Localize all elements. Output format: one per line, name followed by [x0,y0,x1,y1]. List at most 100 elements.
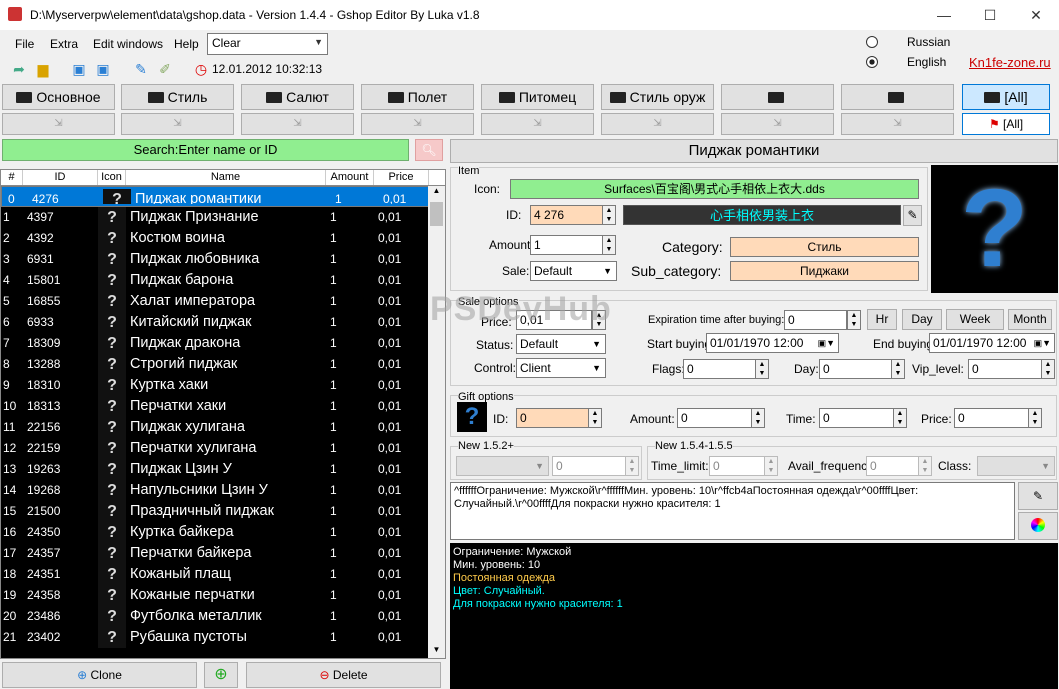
category-button-all[interactable]: [All] [962,84,1050,110]
gift-id-spinner[interactable]: ▲ ▼ [588,408,602,428]
hr-button[interactable]: Hr [867,309,897,330]
gift-price-spinner[interactable]: ▲ ▼ [1028,408,1042,428]
chinese-name-field[interactable]: 心手相依男装上衣 [623,205,901,225]
table-row[interactable]: 12 22159? Перчатки хулигана 1 0,01 [1,438,445,459]
class-select[interactable]: ▼ [977,456,1055,476]
table-row[interactable]: 11 22156? Пиджак хулигана 1 0,01 [1,417,445,438]
subcategory-field[interactable]: Пиджаки [730,261,919,281]
description-textarea[interactable]: ^ffffffОграничение: Мужской\r^ffffffМин.… [450,482,1015,540]
category-button-4[interactable]: Питомец [481,84,594,110]
avail-frequency-field[interactable]: 0 [866,456,919,476]
status-select[interactable]: Default ▼ [516,334,606,354]
category-button-0[interactable]: Основное [2,84,115,110]
new152-select[interactable]: ▼ [456,456,549,476]
gift-id-field[interactable]: 0 [516,408,589,428]
sale-select[interactable]: Default ▼ [530,261,617,281]
gift-amount-spinner[interactable]: ▲ ▼ [751,408,765,428]
table-row[interactable]: 9 18310? Куртка хаки 1 0,01 [1,375,445,396]
category-button-3[interactable]: Полет [361,84,474,110]
expiration-field[interactable]: 0 [784,310,847,330]
search-input[interactable]: Search:Enter name or ID [2,139,409,161]
save-icon[interactable]: ▣ [70,60,88,78]
menu-help[interactable]: Help [174,37,199,51]
subcategory-button-3[interactable]: ⇲ [361,113,474,135]
save-as-icon[interactable]: ▣ [94,60,112,78]
amount-spinner[interactable]: ▲ ▼ [602,235,616,255]
start-buying-field[interactable]: 01/01/1970 12:00 ▣▼ [706,333,839,353]
flags-field[interactable]: 0 [683,359,756,379]
table-row[interactable]: 5 16855? Халат императора 1 0,01 [1,291,445,312]
vip-level-field[interactable]: 0 [968,359,1042,379]
category-button-2[interactable]: Салют [241,84,354,110]
pencil-icon[interactable]: ✎ [903,205,922,226]
day-spinner[interactable]: ▲ ▼ [891,359,905,379]
month-button[interactable]: Month [1008,309,1052,330]
table-row[interactable]: 19 24358? Кожаные перчатки 1 0,01 [1,585,445,606]
expiration-spinner[interactable]: ▲ ▼ [847,310,861,330]
avail-frequency-spinner[interactable]: ▲ ▼ [918,456,932,476]
flags-spinner[interactable]: ▲ ▼ [755,359,769,379]
subcategory-button-0[interactable]: ⇲ [2,113,115,135]
menu-file[interactable]: File [15,37,34,51]
russian-radio[interactable] [866,36,878,48]
new152-field[interactable]: 0 [552,456,626,476]
table-row[interactable]: 16 24350? Куртка байкера 1 0,01 [1,522,445,543]
category-button-5[interactable]: Стиль оруж [601,84,714,110]
table-row[interactable]: 0 4276? Пиджак романтики 1 0,01 [1,186,445,207]
search-icon[interactable]: 🔍︎ [415,139,443,161]
delete-button[interactable]: ⊖ Delete [246,662,441,688]
edit-icon[interactable]: ✎ [132,60,150,78]
filter-select[interactable]: Clear ▼ [207,33,328,55]
col-num[interactable]: # [1,170,23,185]
table-row[interactable]: 6 6933? Китайский пиджак 1 0,01 [1,312,445,333]
gift-price-field[interactable]: 0 [954,408,1029,428]
category-button-1[interactable]: Стиль [121,84,234,110]
table-row[interactable]: 17 24357? Перчатки байкера 1 0,01 [1,543,445,564]
table-row[interactable]: 8 13288? Строгий пиджак 1 0,01 [1,354,445,375]
table-row[interactable]: 1 4397? Пиджак Признание 1 0,01 [1,207,445,228]
table-row[interactable]: 21 23402? Рубашка пустоты 1 0,01 [1,627,445,648]
category-button-7[interactable] [841,84,954,110]
control-select[interactable]: Client ▼ [516,358,606,378]
col-id[interactable]: ID [23,170,98,185]
english-radio[interactable] [866,56,878,68]
brush-icon[interactable]: ✐ [156,60,174,78]
subcategory-button-4[interactable]: ⇲ [481,113,594,135]
category-button-6[interactable] [721,84,834,110]
table-row[interactable]: 2 4392? Костюм воина 1 0,01 [1,228,445,249]
subcategory-button-2[interactable]: ⇲ [241,113,354,135]
subcategory-button-7[interactable]: ⇲ [841,113,954,135]
time-limit-field[interactable]: 0 [709,456,765,476]
table-row[interactable]: 7 18309? Пиджак дракона 1 0,01 [1,333,445,354]
vip-spinner[interactable]: ▲ ▼ [1041,359,1055,379]
table-row[interactable]: 13 19263? Пиджак Цзин У 1 0,01 [1,459,445,480]
col-price[interactable]: Price [374,170,429,185]
scroll-down-icon[interactable]: ▼ [428,645,445,658]
day-button[interactable]: Day [902,309,942,330]
time-limit-spinner[interactable]: ▲ ▼ [764,456,778,476]
col-name[interactable]: Name [126,170,326,185]
clone-button[interactable]: ⊕ Clone [2,662,197,688]
add-button[interactable]: ⊕ [204,662,238,688]
week-button[interactable]: Week [946,309,1004,330]
table-row[interactable]: 15 21500? Праздничный пиджак 1 0,01 [1,501,445,522]
scroll-up-icon[interactable]: ▲ [428,186,445,200]
table-row[interactable]: 14 19268? Напульсники Цзин У 1 0,01 [1,480,445,501]
maximize-button[interactable]: ☐ [967,0,1013,30]
subcategory-button-5[interactable]: ⇲ [601,113,714,135]
pencil-icon[interactable]: ✎ [1018,482,1058,510]
id-spinner[interactable]: ▲ ▼ [602,205,616,225]
subcategory-button-6[interactable]: ⇲ [721,113,834,135]
scroll-thumb[interactable] [430,202,443,226]
gift-amount-field[interactable]: 0 [677,408,752,428]
open-icon[interactable]: ➦ [10,60,28,78]
table-row[interactable]: 10 18313? Перчатки хаки 1 0,01 [1,396,445,417]
end-buying-field[interactable]: 01/01/1970 12:00 ▣▼ [929,333,1055,353]
gift-time-field[interactable]: 0 [819,408,894,428]
table-row[interactable]: 4 15801? Пиджак барона 1 0,01 [1,270,445,291]
table-row[interactable]: 3 6931? Пиджак любовника 1 0,01 [1,249,445,270]
close-button[interactable]: ✕ [1013,0,1059,30]
new152-spinner[interactable]: ▲ ▼ [625,456,639,476]
subcategory-button-1[interactable]: ⇲ [121,113,234,135]
amount-field[interactable]: 1 [530,235,603,255]
